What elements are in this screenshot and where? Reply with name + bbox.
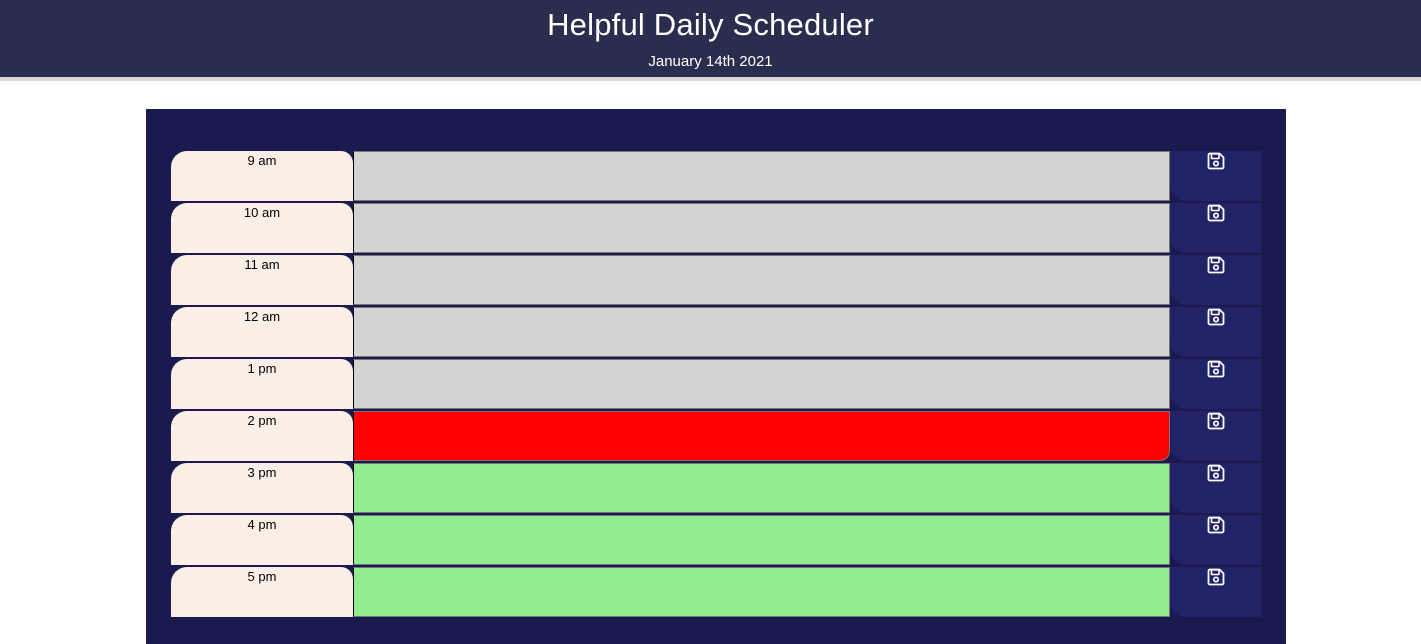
save-icon	[1207, 412, 1225, 430]
current-date: January 14th 2021	[648, 53, 773, 70]
time-block-row: 9 am	[171, 151, 1261, 201]
event-description-input[interactable]	[353, 151, 1170, 201]
save-button[interactable]	[1170, 255, 1261, 305]
save-button[interactable]	[1170, 463, 1261, 513]
page-title: Helpful Daily Scheduler	[547, 7, 874, 42]
save-button[interactable]	[1170, 307, 1261, 357]
save-button[interactable]	[1170, 411, 1261, 461]
time-block-row: 3 pm	[171, 463, 1261, 513]
save-icon	[1207, 360, 1225, 378]
hour-label: 12 am	[171, 307, 353, 357]
event-description-input[interactable]	[353, 463, 1170, 513]
save-button[interactable]	[1170, 567, 1261, 617]
time-block-row: 1 pm	[171, 359, 1261, 409]
save-icon	[1207, 516, 1225, 534]
hour-label: 2 pm	[171, 411, 353, 461]
hour-label: 4 pm	[171, 515, 353, 565]
save-icon	[1207, 568, 1225, 586]
event-description-input[interactable]	[353, 567, 1170, 617]
page-header: Helpful Daily Scheduler January 14th 202…	[0, 0, 1421, 81]
event-description-input[interactable]	[353, 255, 1170, 305]
time-block-row: 11 am	[171, 255, 1261, 305]
event-description-input[interactable]	[353, 307, 1170, 357]
hour-label: 5 pm	[171, 567, 353, 617]
save-icon	[1207, 308, 1225, 326]
hour-label: 11 am	[171, 255, 353, 305]
save-button[interactable]	[1170, 203, 1261, 253]
save-button[interactable]	[1170, 359, 1261, 409]
hour-label: 10 am	[171, 203, 353, 253]
event-description-input[interactable]	[353, 411, 1170, 461]
time-block-row: 5 pm	[171, 567, 1261, 617]
event-description-input[interactable]	[353, 203, 1170, 253]
time-block-row: 10 am	[171, 203, 1261, 253]
hour-label: 9 am	[171, 151, 353, 201]
time-block-row: 4 pm	[171, 515, 1261, 565]
hour-label: 3 pm	[171, 463, 353, 513]
time-block-row: 12 am	[171, 307, 1261, 357]
scheduler-container: 9 am 10 am 11 am 12 am 1 pm 2 pm 3 pm 4 …	[146, 109, 1286, 644]
save-icon	[1207, 464, 1225, 482]
time-block-row: 2 pm	[171, 411, 1261, 461]
event-description-input[interactable]	[353, 359, 1170, 409]
hour-label: 1 pm	[171, 359, 353, 409]
save-button[interactable]	[1170, 151, 1261, 201]
save-icon	[1207, 204, 1225, 222]
save-button[interactable]	[1170, 515, 1261, 565]
save-icon	[1207, 152, 1225, 170]
save-icon	[1207, 256, 1225, 274]
event-description-input[interactable]	[353, 515, 1170, 565]
